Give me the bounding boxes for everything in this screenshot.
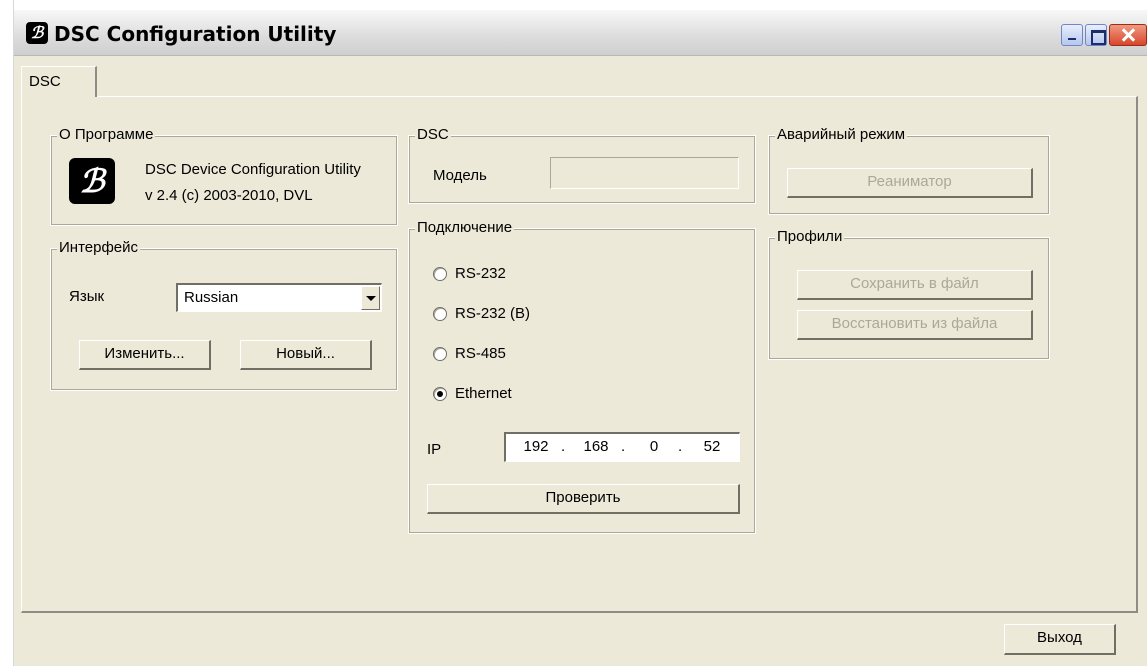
save-to-file-button[interactable]: Сохранить в файл — [797, 270, 1033, 300]
close-icon[interactable] — [1109, 24, 1147, 46]
ip-octet-2[interactable]: 168 — [576, 434, 616, 460]
check-button[interactable]: Проверить — [427, 484, 740, 514]
about-version: v 2.4 (c) 2003-2010, DVL — [145, 187, 313, 204]
radio-rs485-label[interactable]: RS-485 — [455, 345, 506, 363]
profiles-group: Профили Сохранить в файл Восстановить из… — [768, 228, 1050, 360]
main-window: ℬ DSC Configuration Utility DSC О Програ… — [14, 10, 1147, 666]
tab-panel-dsc: О Программе ℬ DSC Device Configuration U… — [21, 96, 1138, 613]
ip-octet-3[interactable]: 0 — [634, 434, 674, 460]
maximize-icon[interactable] — [1085, 24, 1107, 46]
radio-rs232b[interactable] — [433, 307, 447, 321]
connection-group: Подключение RS-232 RS-232 (B) RS-485 Eth… — [408, 219, 756, 534]
language-value: Russian — [184, 289, 239, 306]
ip-octet-1[interactable]: 192 — [516, 434, 556, 460]
profiles-group-title: Профили — [775, 228, 845, 246]
about-group-title: О Программе — [57, 126, 156, 144]
ip-octet-4[interactable]: 52 — [692, 434, 732, 460]
ip-dot: . — [678, 438, 683, 455]
background-edge — [0, 0, 14, 666]
radio-rs232[interactable] — [433, 267, 447, 281]
window-title: DSC Configuration Utility — [54, 22, 337, 46]
minimize-icon[interactable] — [1061, 24, 1083, 46]
language-select[interactable]: Russian — [176, 283, 382, 312]
language-label: Язык — [69, 288, 105, 305]
change-button[interactable]: Изменить... — [79, 340, 211, 370]
exit-button[interactable]: Выход — [1004, 624, 1116, 655]
emergency-group: Аварийный режим Реаниматор — [768, 126, 1050, 215]
interface-group: Интерфейс Язык Russian Изменить... Новый… — [50, 239, 398, 391]
app-logo-icon: ℬ — [26, 22, 48, 44]
new-button[interactable]: Новый... — [240, 340, 372, 370]
radio-rs232-label[interactable]: RS-232 — [455, 265, 506, 283]
emergency-group-title: Аварийный режим — [775, 126, 908, 144]
interface-group-title: Интерфейс — [57, 239, 141, 257]
ip-dot: . — [561, 438, 566, 455]
radio-ethernet-label[interactable]: Ethernet — [455, 385, 512, 403]
radio-rs485[interactable] — [433, 347, 447, 361]
tab-dsc[interactable]: DSC — [21, 66, 97, 97]
radio-ethernet[interactable] — [433, 387, 447, 401]
about-product-name: DSC Device Configuration Utility — [145, 161, 361, 178]
dsc-group-title: DSC — [415, 126, 451, 144]
ip-dot: . — [621, 438, 626, 455]
title-bar[interactable]: ℬ DSC Configuration Utility — [14, 10, 1147, 56]
radio-rs232b-label[interactable]: RS-232 (B) — [455, 305, 530, 323]
connection-group-title: Подключение — [415, 219, 515, 237]
reanimator-button[interactable]: Реаниматор — [787, 168, 1033, 198]
app-logo-icon: ℬ — [69, 158, 115, 204]
about-group: О Программе ℬ DSC Device Configuration U… — [50, 126, 398, 226]
model-field — [550, 157, 739, 189]
restore-from-file-button[interactable]: Восстановить из файла — [797, 310, 1033, 340]
chevron-down-icon[interactable] — [361, 286, 380, 310]
ip-address-field[interactable]: 192 . 168 . 0 . 52 — [504, 432, 740, 462]
ip-label: IP — [427, 441, 442, 458]
model-label: Модель — [433, 167, 487, 184]
dsc-group: DSC Модель — [408, 126, 756, 204]
